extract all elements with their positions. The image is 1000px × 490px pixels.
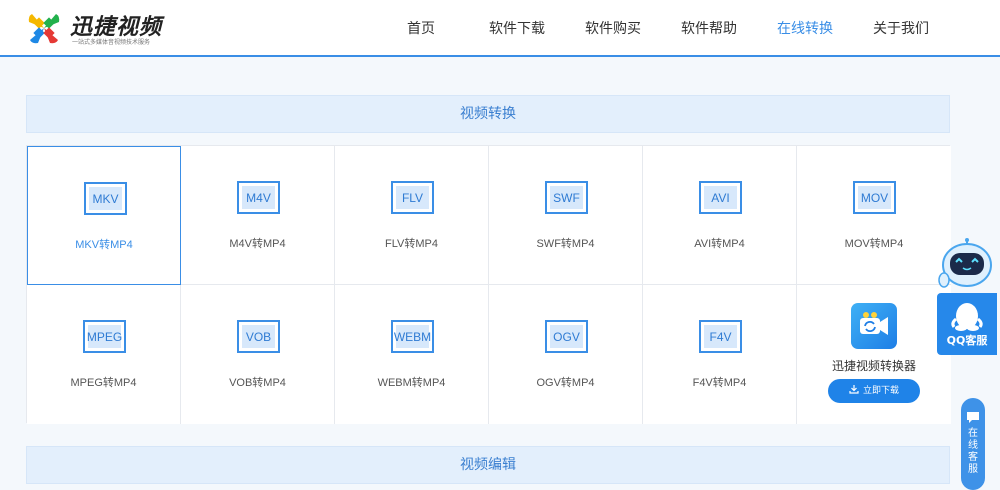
file-format-icon: MOV [853, 181, 896, 214]
main-nav: 首页 软件下载 软件购买 软件帮助 在线转换 关于我们 [0, 0, 1000, 55]
converter-mpeg[interactable]: MPEG MPEG转MP4 [27, 285, 181, 424]
converter-label: VOB转MP4 [229, 377, 286, 389]
converter-label: WEBM转MP4 [377, 377, 446, 389]
nav-download[interactable]: 软件下载 [489, 18, 545, 38]
online-service-tab[interactable]: 在线客服 [961, 398, 985, 490]
converter-label: OGV转MP4 [536, 377, 595, 389]
header: 迅捷视频 一站式多媒体音视频技术服务 首页 软件下载 软件购买 软件帮助 在线转… [0, 0, 1000, 57]
converter-mov[interactable]: MOV MOV转MP4 [797, 146, 951, 285]
camera-app-icon[interactable] [851, 303, 897, 349]
converter-label: MPEG转MP4 [70, 377, 137, 389]
converter-mkv[interactable]: MKV MKV转MP4 [27, 146, 181, 285]
converter-label: MKV转MP4 [75, 239, 133, 251]
file-format-icon: M4V [237, 181, 280, 214]
converter-f4v[interactable]: F4V F4V转MP4 [643, 285, 797, 424]
qq-service-label: QQ客服 [946, 334, 988, 347]
file-format-icon: MKV [84, 182, 127, 215]
robot-mascot-icon [938, 238, 992, 288]
file-format-icon: FLV [391, 181, 434, 214]
converter-ogv[interactable]: OGV OGV转MP4 [489, 285, 643, 424]
converter-label: M4V转MP4 [229, 238, 286, 250]
qq-service-button[interactable]: QQ客服 [937, 293, 997, 355]
file-format-icon: VOB [237, 320, 280, 353]
file-format-icon: MPEG [83, 320, 126, 353]
online-service-label: 在线客服 [968, 428, 978, 475]
file-format-icon: SWF [545, 181, 588, 214]
section-title-video-edit: 视频编辑 [26, 446, 950, 484]
file-format-icon: OGV [545, 320, 588, 353]
converter-vob[interactable]: VOB VOB转MP4 [181, 285, 335, 424]
converter-m4v[interactable]: M4V M4V转MP4 [181, 146, 335, 285]
download-button[interactable]: 立即下载 [828, 379, 920, 403]
nav-purchase[interactable]: 软件购买 [585, 18, 641, 38]
download-label: 立即下载 [862, 386, 899, 396]
chat-bubble-icon [967, 412, 979, 423]
qq-penguin-icon [951, 303, 983, 331]
converter-label: SWF转MP4 [536, 238, 595, 250]
converter-label: FLV转MP4 [385, 238, 438, 250]
file-format-icon: WEBM [391, 320, 434, 353]
converter-label: AVI转MP4 [694, 238, 745, 250]
converter-swf[interactable]: SWF SWF转MP4 [489, 146, 643, 285]
converter-grid: MKV MKV转MP4 M4V M4V转MP4 FLV FLV转MP4 SWF … [26, 145, 951, 424]
converter-label: MOV转MP4 [844, 238, 904, 250]
converter-flv[interactable]: FLV FLV转MP4 [335, 146, 489, 285]
file-format-icon: AVI [699, 181, 742, 214]
converter-webm[interactable]: WEBM WEBM转MP4 [335, 285, 489, 424]
app-promo: 迅捷视频转换器 立即下载 [797, 285, 951, 424]
nav-home[interactable]: 首页 [407, 18, 435, 38]
section-title-video-convert: 视频转换 [26, 95, 950, 133]
app-name: 迅捷视频转换器 [831, 359, 916, 373]
converter-label: F4V转MP4 [692, 377, 747, 389]
nav-about[interactable]: 关于我们 [873, 18, 929, 38]
nav-help[interactable]: 软件帮助 [681, 18, 737, 38]
download-icon [849, 380, 859, 394]
converter-avi[interactable]: AVI AVI转MP4 [643, 146, 797, 285]
file-format-icon: F4V [699, 320, 742, 353]
nav-online-convert[interactable]: 在线转换 [777, 18, 833, 38]
